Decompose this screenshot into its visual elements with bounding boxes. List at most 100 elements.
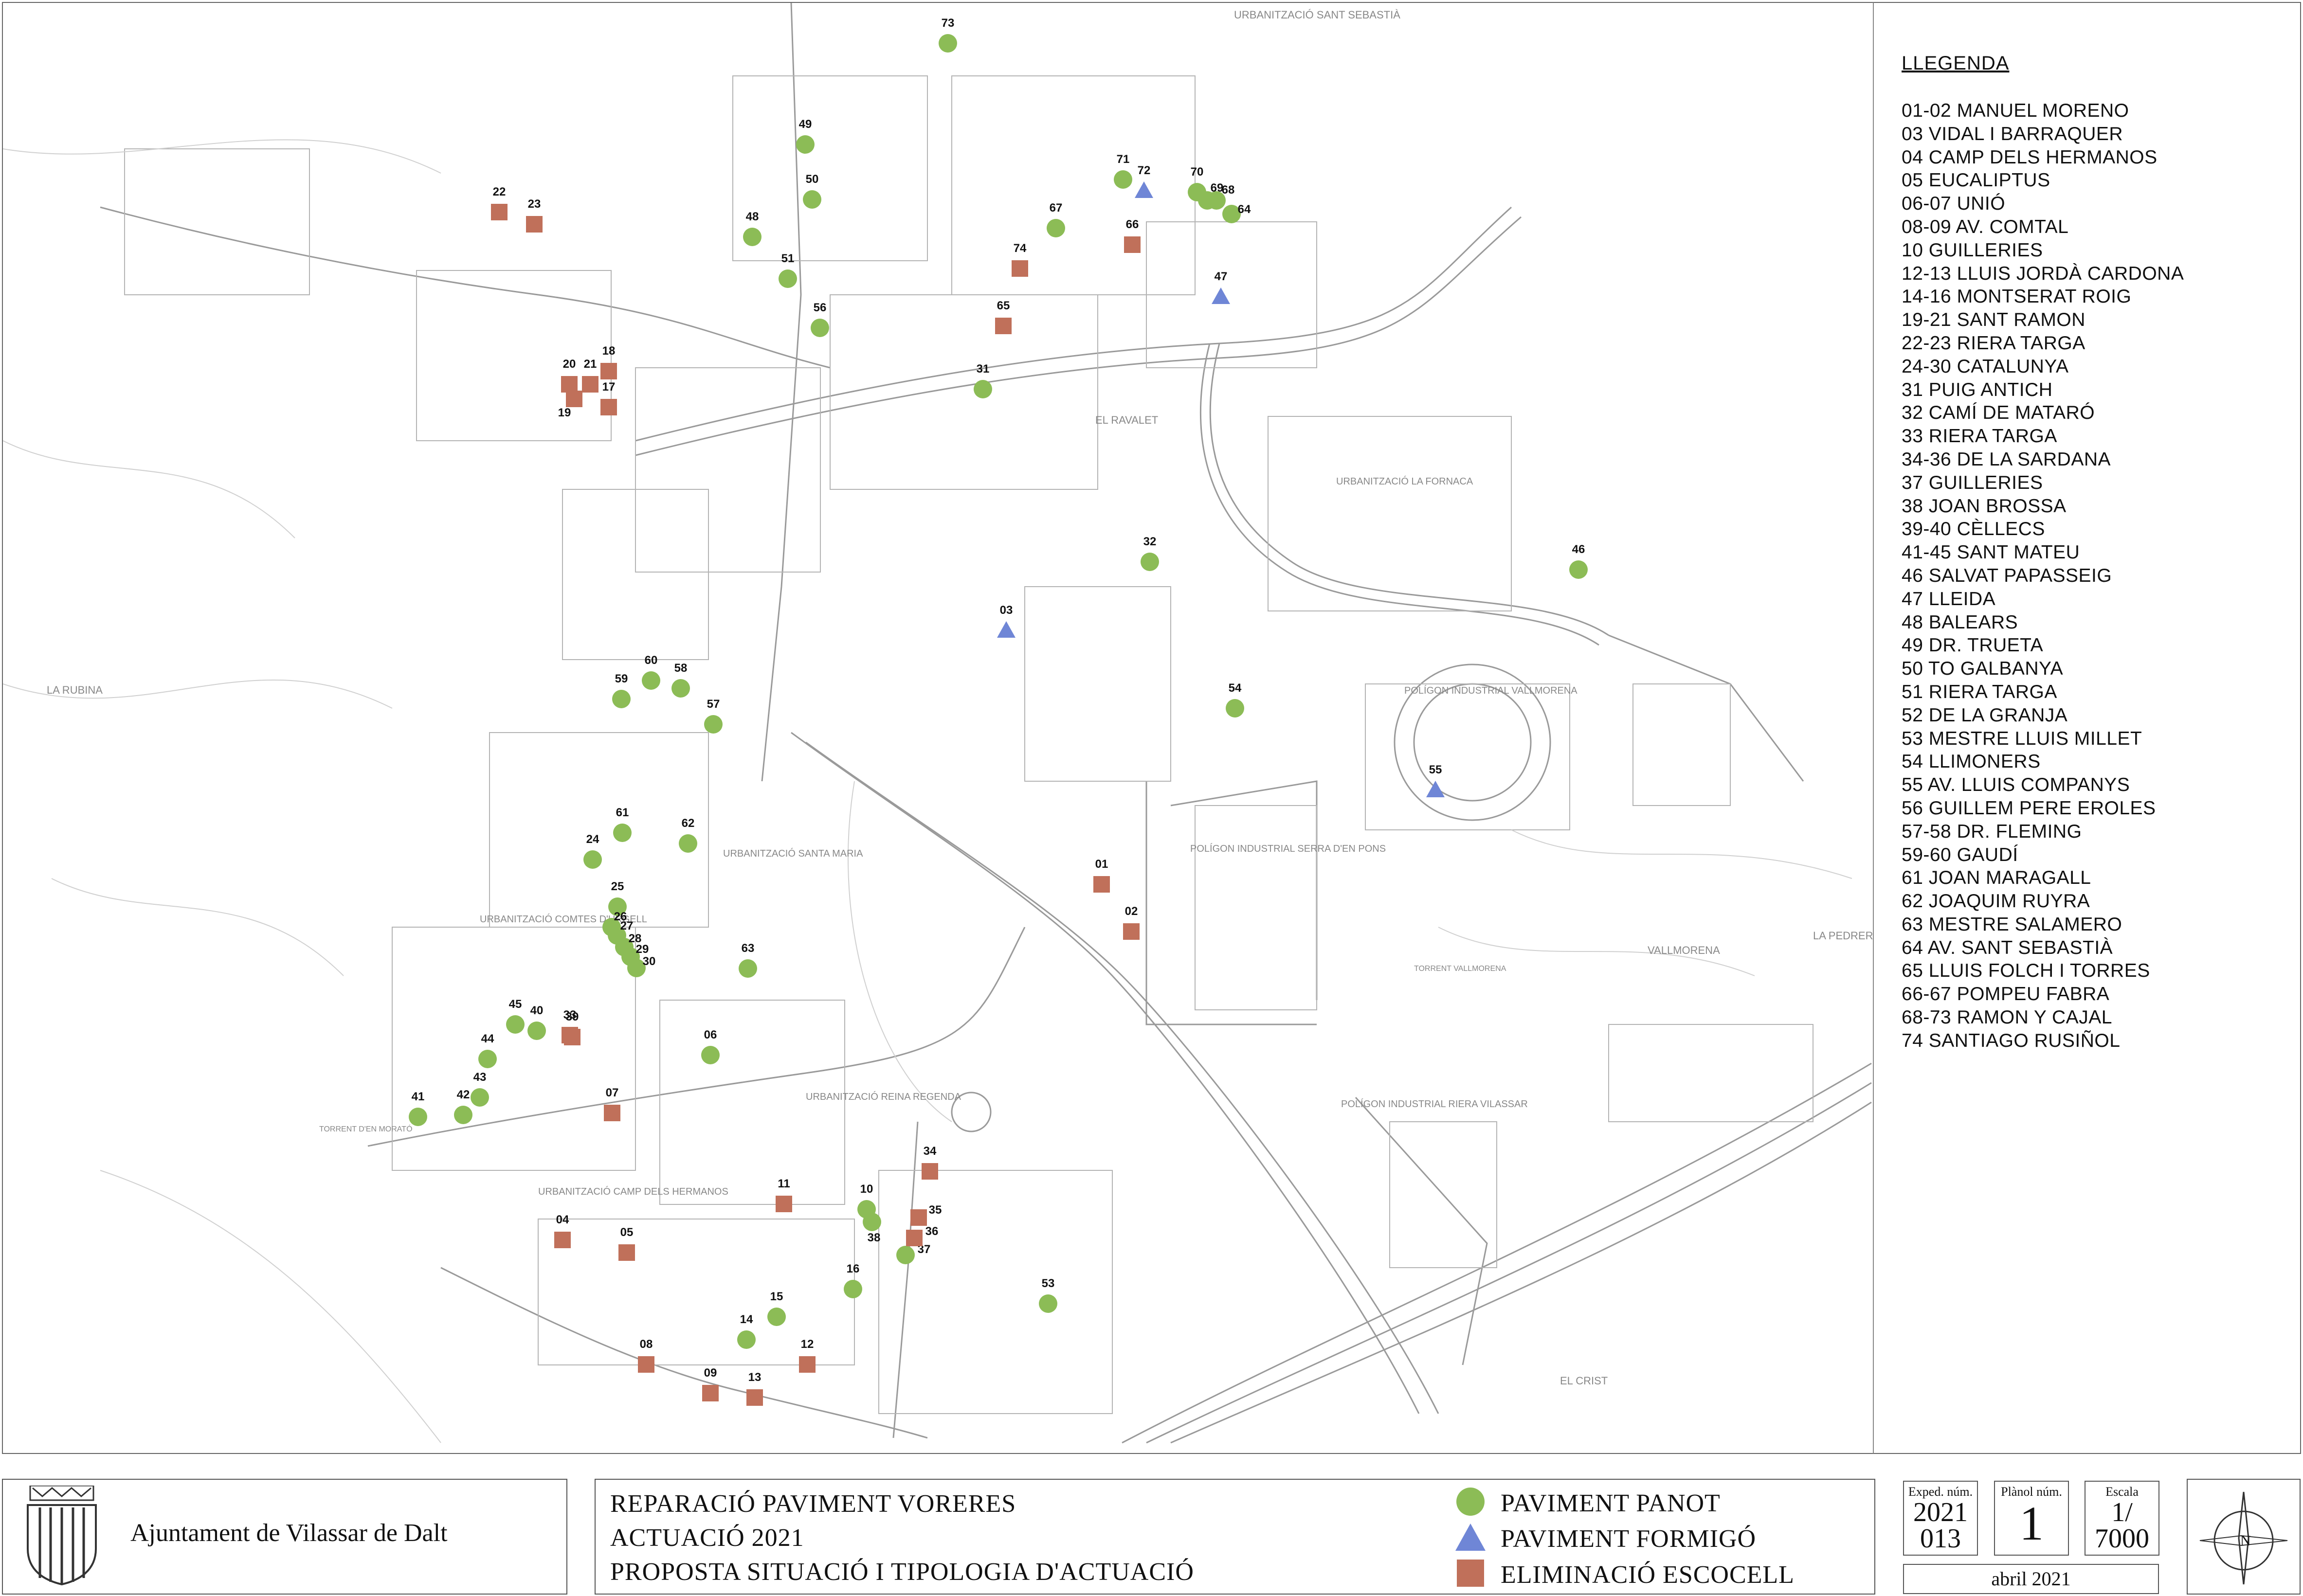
panot-marker [454, 1106, 472, 1124]
escocell-marker [526, 216, 543, 233]
panot-marker [779, 269, 797, 288]
legend-item: 34-36 DE LA SARDANA [1902, 448, 2111, 470]
title-box: REPARACIÓ PAVIMENT VORERES ACTUACIÓ 2021… [595, 1479, 1875, 1595]
panot-marker [409, 1108, 427, 1126]
panot-marker [844, 1280, 862, 1298]
marker-label: 19 [558, 406, 571, 419]
marker-label: 39 [566, 1010, 579, 1023]
marker-label: 57 [707, 698, 720, 711]
marker-label: 49 [799, 118, 812, 131]
area-label: EL CRIST [1560, 1375, 1608, 1387]
escocell-marker [600, 363, 617, 379]
panot-marker [811, 319, 829, 337]
escocell-marker [1123, 923, 1140, 940]
marker-label: 22 [493, 185, 506, 198]
area-label: LA RUBINA [47, 684, 103, 696]
legend-item: 52 DE LA GRANJA [1902, 704, 2068, 726]
title-line: REPARACIÓ PAVIMENT VORERES [610, 1490, 1016, 1518]
legend-item: 56 GUILLEM PERE EROLES [1902, 797, 2156, 819]
marker-label: 69 [1211, 181, 1224, 195]
legend-item: 74 SANTIAGO RUSIÑOL [1902, 1030, 2121, 1051]
marker-label: 58 [674, 662, 688, 675]
marker-label: 47 [1215, 270, 1228, 283]
key-label: ELIMINACIÓ ESCOCELL [1501, 1561, 1795, 1589]
legend-item: 68-73 RAMON Y CAJAL [1902, 1007, 2112, 1028]
panot-marker [1141, 553, 1159, 571]
escocell-marker [702, 1385, 719, 1401]
highway-3 [1170, 1101, 1872, 1444]
ring-road-inner [1199, 343, 1599, 646]
marker-label: 20 [563, 358, 576, 371]
legend-item: 53 MESTRE LLUIS MILLET [1902, 728, 2142, 749]
marker-label: 04 [556, 1213, 569, 1226]
escocell-marker [604, 1105, 620, 1121]
marker-label: 56 [814, 301, 827, 314]
marker-label: 36 [925, 1225, 939, 1238]
legend-item: 06-07 UNIÓ [1902, 193, 2006, 215]
marker-label: 54 [1229, 681, 1242, 695]
escocell-marker [799, 1356, 816, 1373]
legend-title: LLEGENDA [1902, 53, 2010, 74]
area-label: TORRENT D'EN MORATÓ [319, 1124, 413, 1133]
legend-item: 63 MESTRE SALAMERO [1902, 914, 2122, 935]
town-blocks [124, 75, 1813, 1414]
marker-label: 61 [616, 806, 629, 819]
marker-label: 66 [1126, 218, 1139, 231]
legend-item: 22-23 RIERA TARGA [1902, 332, 2085, 354]
panot-marker [642, 671, 660, 690]
escocell-marker [618, 1244, 635, 1261]
road-east-2 [1170, 780, 1318, 1000]
panot-marker [767, 1308, 786, 1326]
legend-item: 48 BALEARS [1902, 611, 2018, 633]
main-road [805, 741, 1439, 1414]
marker-label: 15 [770, 1290, 783, 1303]
marker-label: 29 [636, 943, 649, 956]
marker-label: 07 [606, 1086, 619, 1099]
panot-marker [701, 1046, 720, 1064]
escala-box: Escala 1/ 7000 [2085, 1481, 2159, 1556]
marker-label: 74 [1014, 242, 1027, 255]
legend-item: 64 AV. SANT SEBASTIÀ [1902, 937, 2113, 958]
legend-list: 01-02 MANUEL MORENO 03 VIDAL I BARRAQUER 0… [1902, 99, 2184, 1053]
area-label: POLÍGON INDUSTRIAL SERRA D'EN PONS [1190, 843, 1386, 854]
marker-label: 62 [682, 817, 695, 830]
marker-label: 50 [806, 173, 819, 186]
legend-item: 12-13 LLUIS JORDÀ CARDONA [1902, 263, 2184, 284]
area-labels: URBANITZACIÓ SANT SEBASTIÀ EL RAVALET UR… [47, 9, 1873, 1387]
red-square-icon [1457, 1560, 1484, 1587]
road-vertical-2 [892, 1121, 919, 1438]
area-label: VALLMORENA [1648, 944, 1720, 956]
area-label: TORRENT VALLMORENA [1414, 965, 1506, 973]
marker-label: 43 [473, 1071, 487, 1084]
marker-label: 27 [620, 919, 634, 932]
legend-item: 62 JOAQUIM RUYRA [1902, 891, 2090, 912]
road-far-east [1608, 634, 1804, 782]
marker-label: 34 [924, 1145, 937, 1158]
area-label: URBANITZACIÓ LA FORNACA [1336, 476, 1473, 487]
legend-item: 49 DR. TRUETA [1902, 635, 2044, 656]
marker-label: 35 [929, 1203, 942, 1217]
escocell-marker [566, 391, 582, 407]
panot-marker [478, 1050, 497, 1068]
legend-item: 38 JOAN BROSSA [1902, 495, 2067, 517]
marker-label: 08 [640, 1338, 653, 1351]
plano-box: Plànol núm. 1 [1994, 1481, 2069, 1556]
road-east-1 [1145, 781, 1317, 1025]
marker-label: 55 [1429, 763, 1442, 776]
marker-label: 67 [1050, 201, 1063, 215]
panot-marker [679, 834, 697, 853]
panot-marker [739, 959, 757, 978]
escocell-marker [906, 1230, 923, 1246]
svg-text:N: N [2240, 1533, 2251, 1549]
legend-item: 08-09 AV. COMTAL [1902, 216, 2069, 237]
marker-label: 05 [620, 1226, 634, 1239]
legend-item: 31 PUIG ANTICH [1902, 379, 2053, 400]
exped-value-1: 2021 [1913, 1497, 1968, 1527]
road-vertical-1 [761, 3, 802, 782]
panot-marker [583, 850, 602, 869]
legend-item: 19-21 SANT RAMON [1902, 309, 2085, 331]
panot-marker [1047, 219, 1065, 237]
marker-label: 12 [801, 1338, 814, 1351]
marker-label: 45 [509, 998, 522, 1011]
marker-label: 44 [481, 1032, 494, 1045]
